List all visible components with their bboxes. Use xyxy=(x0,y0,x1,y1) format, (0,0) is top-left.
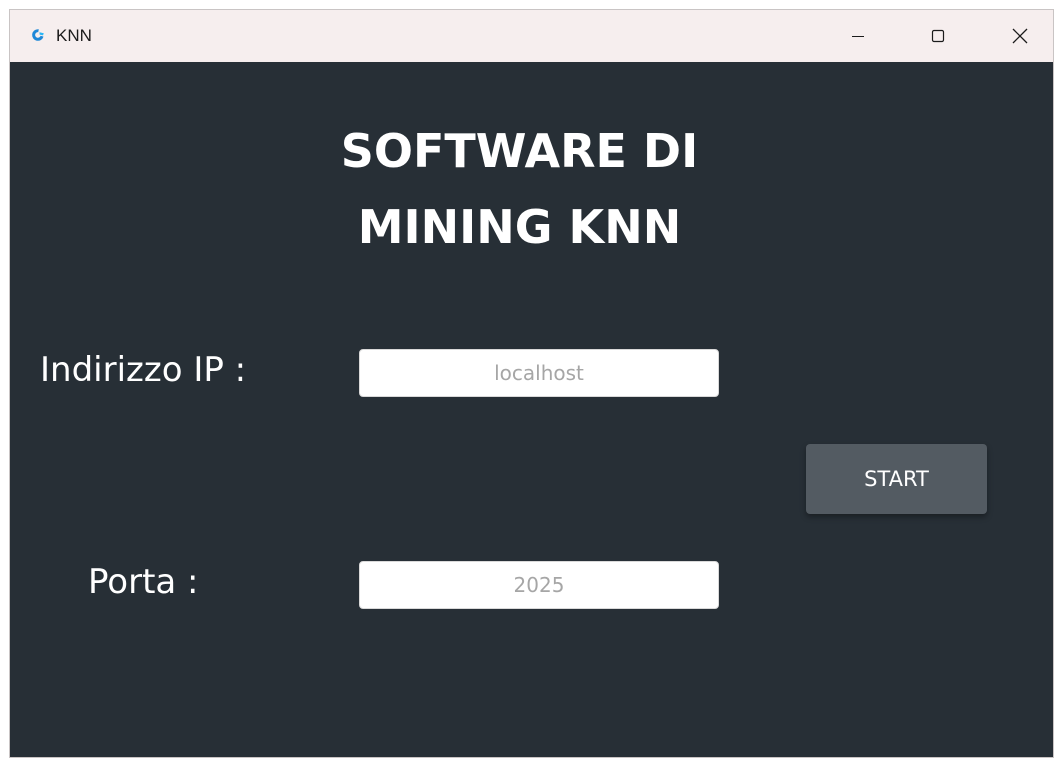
window-title: KNN xyxy=(56,26,92,45)
main-content: SOFTWARE DI MINING KNN Indirizzo IP : ST… xyxy=(10,62,1053,757)
maximize-button[interactable] xyxy=(910,10,966,62)
start-button[interactable]: START xyxy=(806,444,987,514)
ip-address-input[interactable] xyxy=(359,349,719,397)
close-icon xyxy=(1012,28,1028,44)
close-button[interactable] xyxy=(992,10,1048,62)
app-window: KNN SOFTWARE DI MINING KNN Indirizzo IP … xyxy=(9,9,1054,758)
port-label: Porta : xyxy=(88,562,199,602)
title-bar[interactable]: KNN xyxy=(10,10,1053,62)
heading-line-1: SOFTWARE DI xyxy=(340,124,699,178)
maximize-icon xyxy=(931,29,945,43)
ip-label: Indirizzo IP : xyxy=(40,350,247,390)
app-icon xyxy=(32,29,44,41)
port-input[interactable] xyxy=(359,561,719,609)
minimize-icon xyxy=(852,36,864,37)
heading-line-2: MINING KNN xyxy=(357,200,682,254)
minimize-button[interactable] xyxy=(830,10,886,62)
